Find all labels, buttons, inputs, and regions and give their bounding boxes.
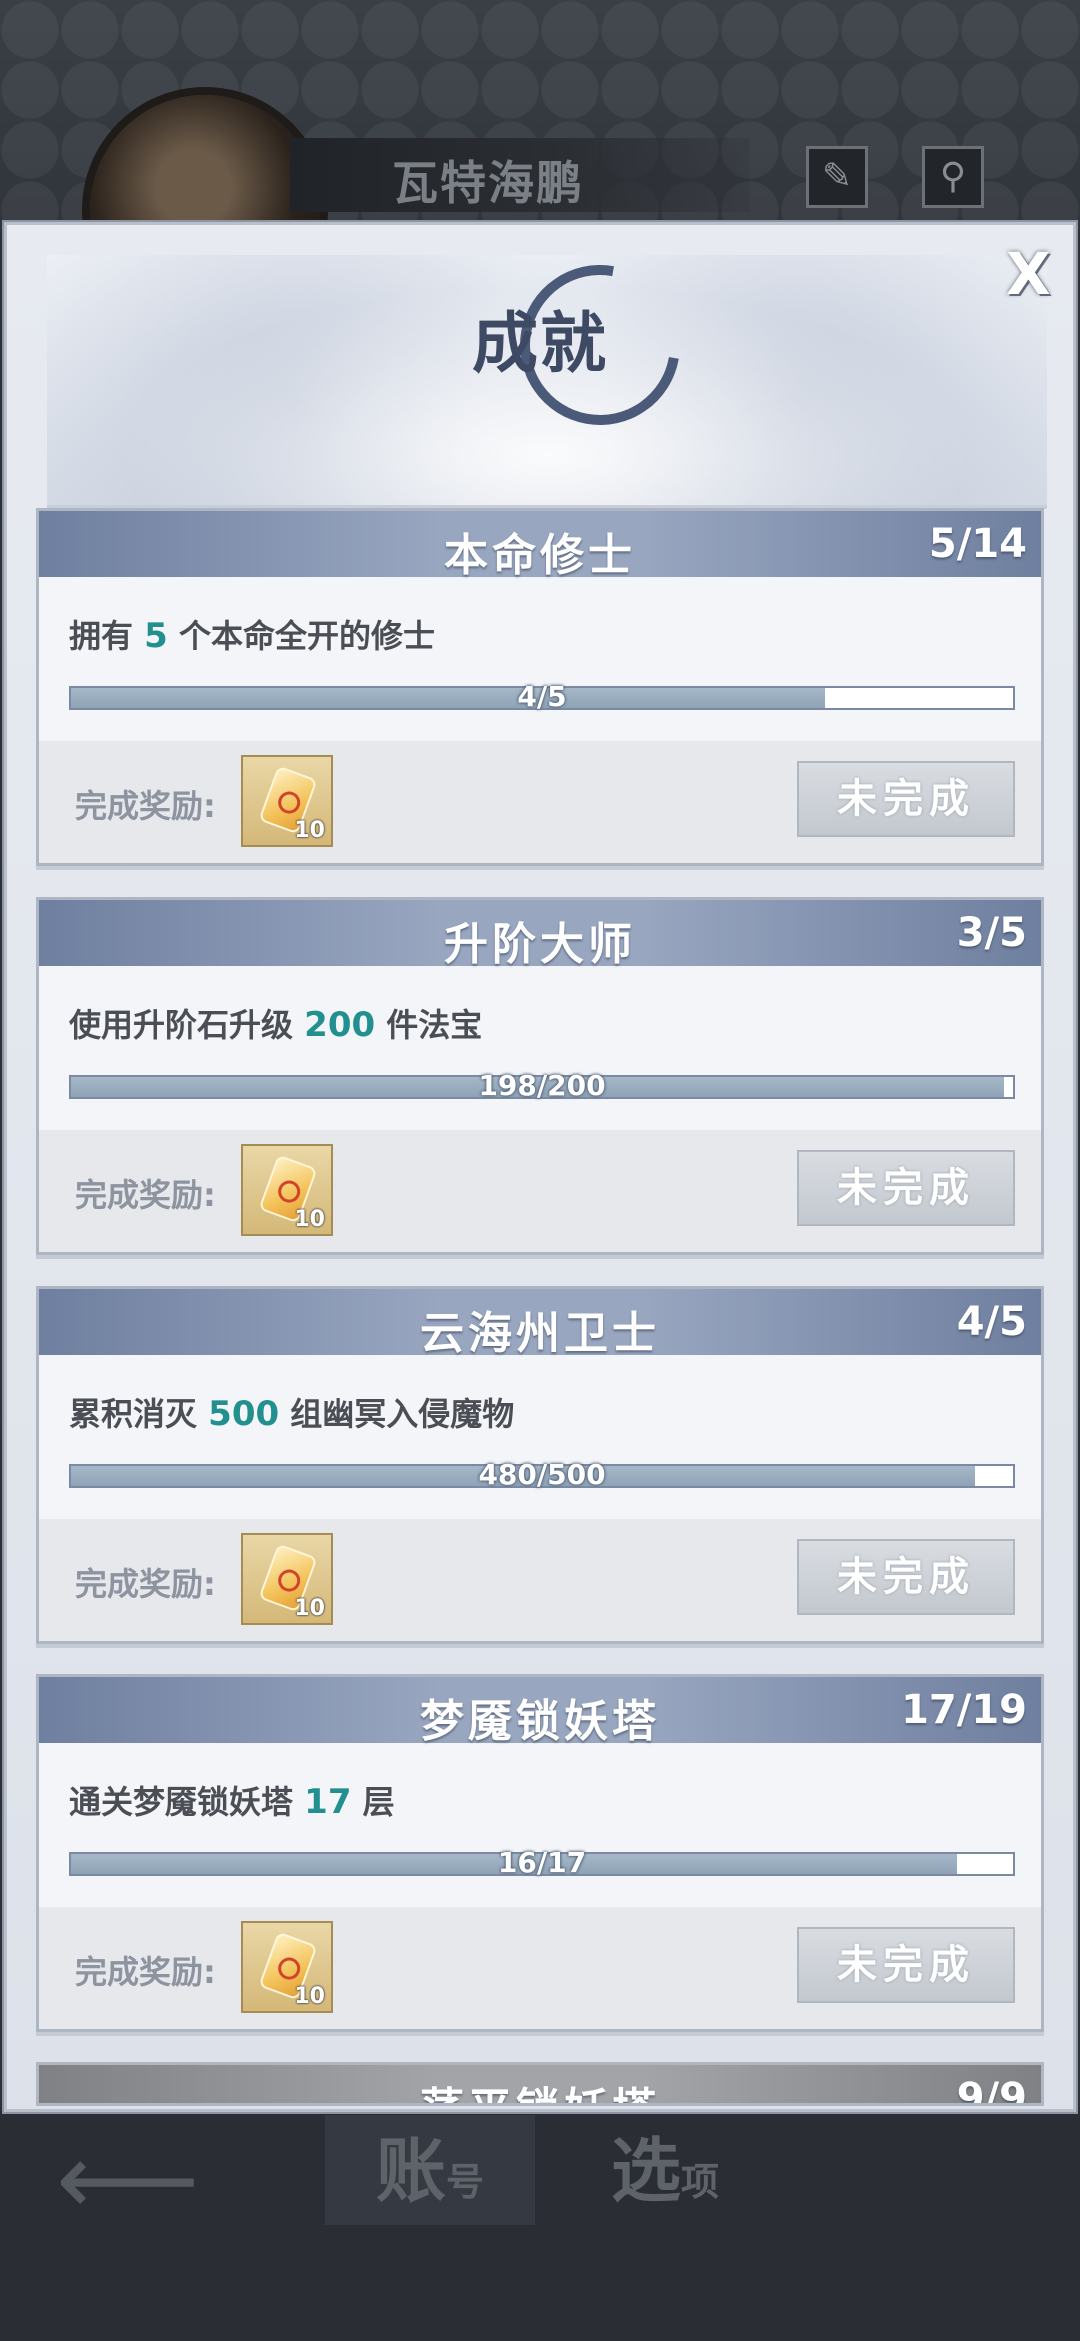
reward-item[interactable]: 10 xyxy=(241,755,333,847)
achievement-count: 17/19 xyxy=(901,1687,1027,1733)
reward-item[interactable]: 10 xyxy=(241,1921,333,2013)
reward-quantity: 10 xyxy=(294,1207,325,1232)
player-name: 瓦特海鹏 xyxy=(392,156,584,210)
back-arrow-icon[interactable]: ⟵ xyxy=(56,2130,199,2230)
status-button[interactable]: 未完成 xyxy=(797,1927,1015,2003)
tab-account-small: 号 xyxy=(445,2160,484,2204)
reward-row: 完成奖励: 10 未完成 xyxy=(39,741,1041,863)
reward-label: 完成奖励: xyxy=(75,1953,216,1991)
achievement-count: 9/9 xyxy=(956,2075,1027,2106)
achievement-card: 云海州卫士 4/5 累积消灭 500 组幽冥入侵魔物 480/500 完成奖励:… xyxy=(36,1286,1044,1644)
status-button[interactable]: 未完成 xyxy=(797,1539,1015,1615)
tab-account-big: 账 xyxy=(375,2130,446,2212)
card-header: 梦魇锁妖塔 17/19 xyxy=(39,1677,1041,1747)
reward-row: 完成奖励: 10 未完成 xyxy=(39,1907,1041,2029)
status-button[interactable]: 未完成 xyxy=(797,1150,1015,1226)
progress-text: 16/17 xyxy=(497,1846,587,1879)
achievement-count: 5/14 xyxy=(928,521,1027,567)
achievement-description: 使用升阶石升级 200 件法宝 xyxy=(69,1000,482,1046)
reward-label: 完成奖励: xyxy=(75,1565,216,1603)
progress-text: 198/200 xyxy=(478,1069,606,1102)
desc-suffix: 件法宝 xyxy=(386,1006,483,1044)
desc-suffix: 层 xyxy=(362,1783,395,1821)
tab-options[interactable]: 选项 xyxy=(560,2115,770,2225)
reward-quantity: 10 xyxy=(294,1596,325,1621)
achievement-count: 3/5 xyxy=(956,910,1027,956)
desc-prefix: 使用升阶石升级 xyxy=(69,1006,294,1044)
progress-bar: 198/200 xyxy=(69,1069,1015,1102)
desc-suffix: 个本命全开的修士 xyxy=(178,617,435,655)
achievement-card: 本命修士 5/14 拥有 5 个本命全开的修士 4/5 完成奖励: 10 未完成 xyxy=(36,508,1044,866)
brush-icon[interactable]: ✎ xyxy=(806,146,868,208)
achievement-card: 升阶大师 3/5 使用升阶石升级 200 件法宝 198/200 完成奖励: 1… xyxy=(36,897,1044,1255)
reward-item[interactable]: 10 xyxy=(241,1144,333,1236)
progress-text: 480/500 xyxy=(478,1458,606,1491)
progress-text: 4/5 xyxy=(517,680,567,713)
achievement-title: 升阶大师 xyxy=(444,919,636,970)
tab-options-small: 项 xyxy=(680,2160,719,2204)
desc-highlight: 17 xyxy=(304,1782,352,1822)
close-button[interactable]: X xyxy=(1006,245,1051,303)
achievement-description: 通关梦魇锁妖塔 17 层 xyxy=(69,1777,395,1823)
achievement-card: 梦魇锁妖塔 17/19 通关梦魇锁妖塔 17 层 16/17 完成奖励: 10 … xyxy=(36,1674,1044,2032)
reward-label: 完成奖励: xyxy=(75,1176,216,1214)
card-header: 升阶大师 3/5 xyxy=(39,900,1041,970)
status-button[interactable]: 未完成 xyxy=(797,761,1015,837)
reward-row: 完成奖励: 10 未完成 xyxy=(39,1130,1041,1252)
desc-prefix: 通关梦魇锁妖塔 xyxy=(69,1783,294,1821)
progress-bar: 4/5 xyxy=(69,680,1015,713)
progress-bar: 16/17 xyxy=(69,1846,1015,1879)
card-header: 本命修士 5/14 xyxy=(39,511,1041,581)
key-icon[interactable]: ⚲ xyxy=(922,146,984,208)
reward-item[interactable]: 10 xyxy=(241,1533,333,1625)
reward-quantity: 10 xyxy=(294,1984,325,2009)
reward-label: 完成奖励: xyxy=(75,787,216,825)
card-header: 荡平锁妖塔 9/9 xyxy=(39,2065,1041,2106)
reward-quantity: 10 xyxy=(294,818,325,843)
card-header: 云海州卫士 4/5 xyxy=(39,1289,1041,1359)
reward-row: 完成奖励: 10 未完成 xyxy=(39,1519,1041,1641)
achievement-count: 4/5 xyxy=(956,1299,1027,1345)
desc-highlight: 500 xyxy=(208,1394,280,1434)
desc-prefix: 拥有 xyxy=(69,617,134,655)
tab-account[interactable]: 账号 xyxy=(325,2115,535,2225)
desc-prefix: 累积消灭 xyxy=(69,1395,198,1433)
modal-title: 成就 xyxy=(472,305,608,382)
achievement-title: 梦魇锁妖塔 xyxy=(420,1696,660,1747)
desc-highlight: 5 xyxy=(144,616,168,656)
achievement-description: 拥有 5 个本命全开的修士 xyxy=(69,611,435,657)
achievement-title: 本命修士 xyxy=(444,530,636,581)
desc-highlight: 200 xyxy=(304,1005,376,1045)
achievement-title: 荡平锁妖塔 xyxy=(39,2073,1041,2103)
achievement-card: 荡平锁妖塔 9/9 xyxy=(36,2062,1044,2106)
achievement-description: 累积消灭 500 组幽冥入侵魔物 xyxy=(69,1389,514,1435)
achievement-title: 云海州卫士 xyxy=(420,1308,660,1359)
desc-suffix: 组幽冥入侵魔物 xyxy=(290,1395,515,1433)
progress-bar: 480/500 xyxy=(69,1458,1015,1491)
tab-options-big: 选 xyxy=(610,2130,681,2212)
